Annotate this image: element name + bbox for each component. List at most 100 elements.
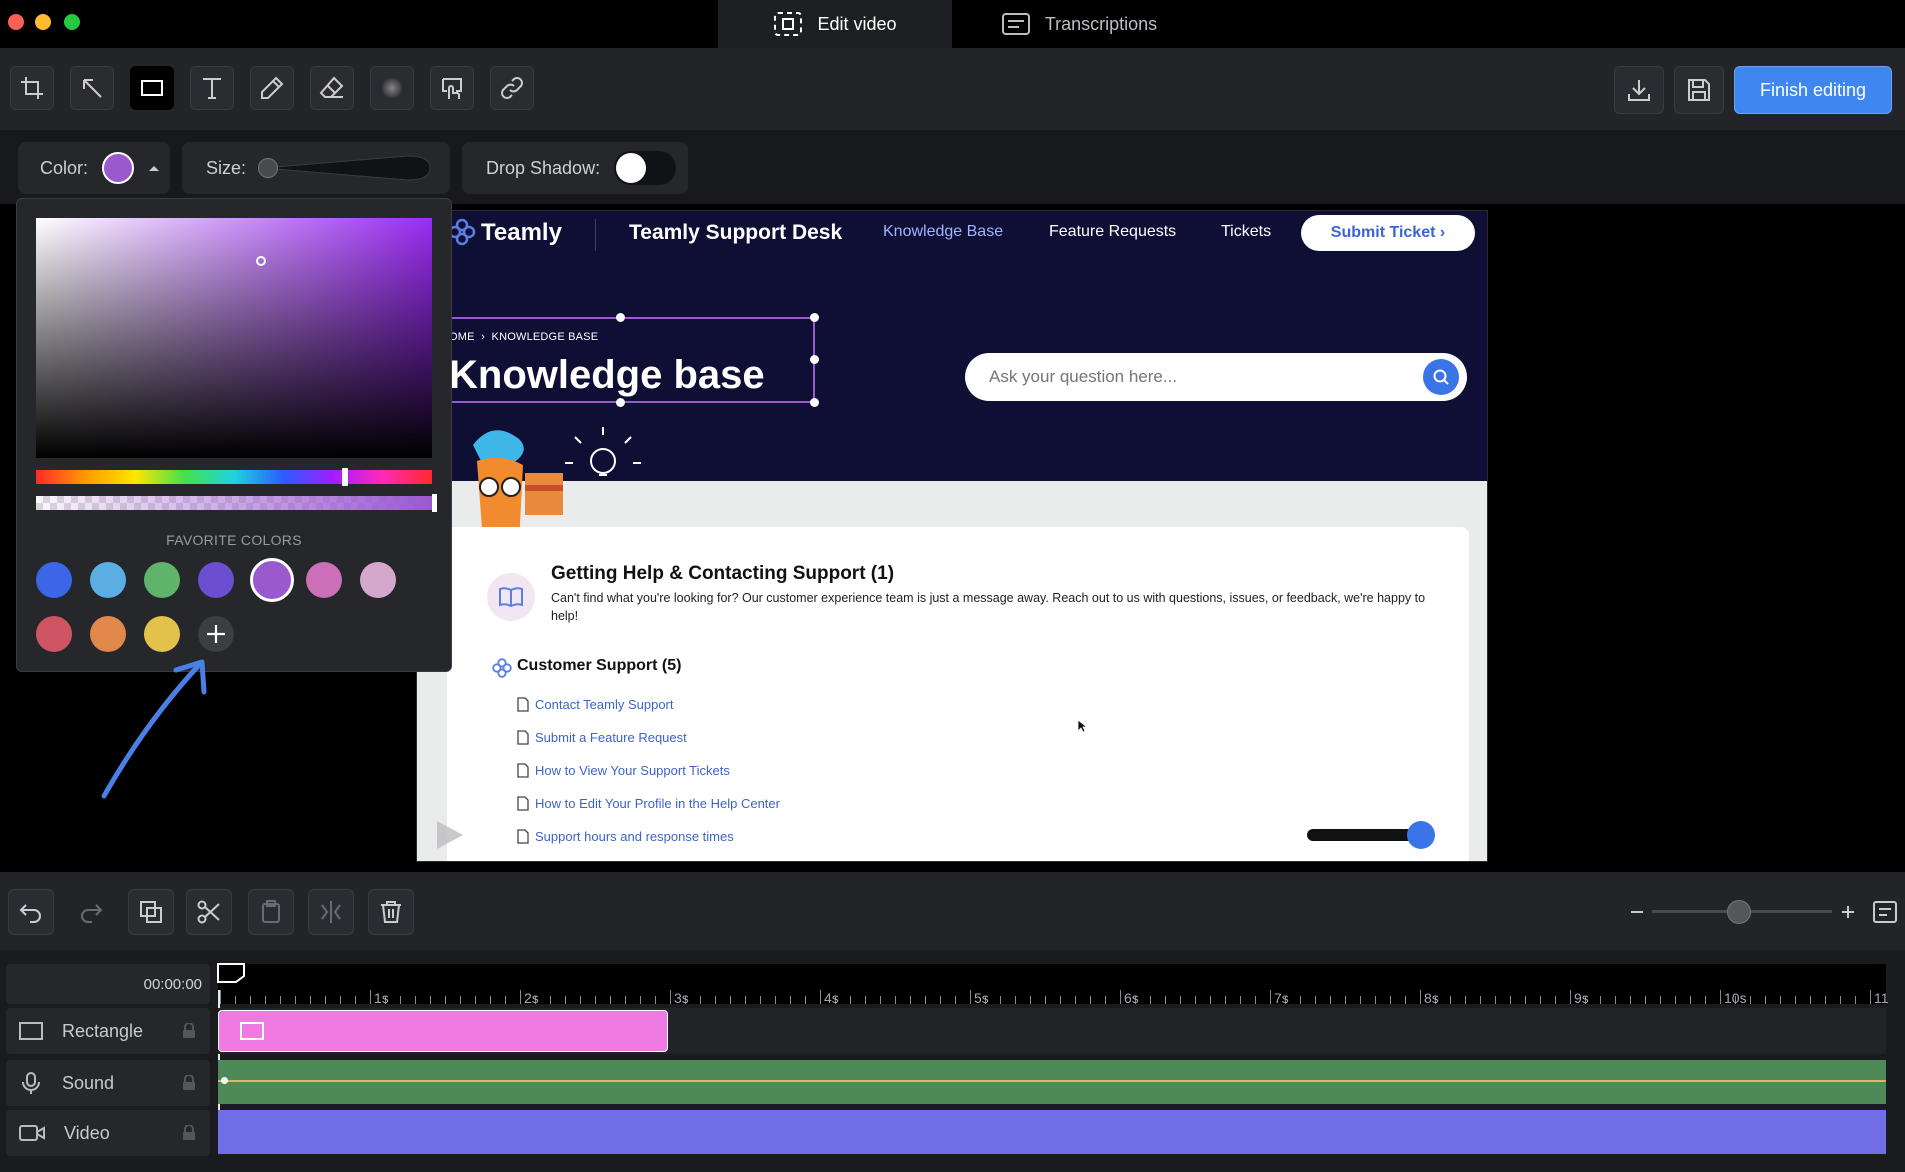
favorite-color-swatch[interactable] [90,562,126,598]
favorite-color-swatch[interactable] [360,562,396,598]
size-slider-handle[interactable] [258,158,279,178]
ruler-major-tick [520,990,521,1004]
volume-line[interactable] [218,1080,1886,1082]
search-bar[interactable] [965,353,1467,401]
track-rectangle[interactable]: Rectangle [6,1008,210,1054]
split-button[interactable] [308,889,354,935]
minimize-window-button[interactable] [35,14,51,30]
ruler-minor-tick [895,996,896,1004]
favorite-color-swatch[interactable] [144,616,180,652]
current-color-swatch[interactable] [102,152,135,184]
download-button[interactable] [1614,66,1664,114]
ruler-minor-tick [550,996,551,1004]
maximize-window-button[interactable] [64,14,80,30]
hue-slider[interactable] [36,470,432,484]
finish-editing-button[interactable]: Finish editing [1734,66,1892,114]
rectangle-tool-button[interactable] [130,66,174,110]
save-button[interactable] [1674,66,1724,114]
nav-knowledge-base[interactable]: Knowledge Base [883,223,1003,241]
favorite-color-swatch[interactable] [90,616,126,652]
video-clip[interactable] [218,1110,1886,1154]
hue-slider-handle[interactable] [342,468,348,486]
tab-edit-video[interactable]: Edit video [718,0,952,48]
search-input[interactable] [987,366,1391,388]
color-option[interactable]: Color: [18,142,170,194]
cut-button[interactable] [186,889,232,935]
resize-handle[interactable] [616,313,625,322]
size-option: Size: [182,142,450,194]
eraser-tool-button[interactable] [310,66,354,110]
tab-transcriptions[interactable]: Transcriptions [974,0,1184,48]
fit-timeline-icon[interactable] [1872,900,1898,924]
undo-button[interactable] [8,889,54,935]
crop-tool-button[interactable] [10,66,54,110]
lock-icon[interactable] [182,1023,196,1039]
video-preview[interactable]: Teamly Teamly Support Desk Knowledge Bas… [416,210,1488,862]
rectangle-annotation[interactable] [417,317,815,403]
split-icon [321,901,341,923]
size-slider[interactable] [258,154,434,182]
favorite-color-swatch-selected[interactable] [250,558,294,602]
zoom-in-icon[interactable] [1840,904,1856,920]
saturation-value-area[interactable] [36,218,432,458]
lock-icon[interactable] [182,1075,196,1091]
color-picker-cursor[interactable] [256,256,266,266]
article-link-text: Contact Teamly Support [535,697,674,712]
ruler-minor-tick [295,996,296,1004]
desk-title: Teamly Support Desk [629,221,843,244]
search-button[interactable] [1423,359,1459,395]
favorite-color-swatch[interactable] [198,562,234,598]
duplicate-icon [140,901,162,923]
volume-keyframe[interactable] [221,1077,228,1084]
favorite-color-swatch[interactable] [144,562,180,598]
arrow-tool-button[interactable] [70,66,114,110]
add-favorite-color-button[interactable] [198,616,234,652]
ruler-minor-tick [1495,996,1496,1004]
playhead-icon[interactable] [216,962,248,990]
article-link[interactable]: How to View Your Support Tickets [517,763,730,778]
pen-icon [261,76,284,99]
track-video[interactable]: Video [6,1110,210,1156]
resize-handle[interactable] [810,355,819,364]
ruler-minor-tick [655,996,656,1004]
text-tool-button[interactable] [190,66,234,110]
zoom-out-icon[interactable] [1629,904,1645,920]
ruler-label: 7s [1274,990,1289,1006]
resize-handle[interactable] [810,398,819,407]
volume-slider-handle[interactable] [1407,821,1435,849]
article-link[interactable]: Contact Teamly Support [517,697,674,712]
lock-icon[interactable] [182,1125,196,1141]
time-ruler[interactable]: 1s 2s 3s 4s 5s 6s 7s 8s 9s 10s 11 [218,964,1889,1006]
favorite-color-swatch[interactable] [36,562,72,598]
submit-ticket-button[interactable]: Submit Ticket › [1301,215,1475,251]
link-tool-button[interactable] [490,66,534,110]
nav-tickets[interactable]: Tickets [1221,223,1271,241]
delete-button[interactable] [368,889,414,935]
article-link[interactable]: Submit a Feature Request [517,730,687,745]
pen-tool-button[interactable] [250,66,294,110]
ruler-minor-tick [1645,996,1646,1004]
click-tool-button[interactable] [430,66,474,110]
paste-button[interactable] [248,889,294,935]
zoom-slider-handle[interactable] [1727,900,1751,924]
alpha-slider[interactable] [36,496,432,510]
duplicate-button[interactable] [128,889,174,935]
article-link[interactable]: Support hours and response times [517,829,734,844]
sound-clip[interactable] [218,1060,1886,1104]
rectangle-clip[interactable] [218,1010,668,1052]
close-window-button[interactable] [8,14,24,30]
resize-handle[interactable] [616,398,625,407]
nav-feature-requests[interactable]: Feature Requests [1049,223,1176,241]
drop-shadow-toggle[interactable] [614,151,677,185]
article-link[interactable]: How to Edit Your Profile in the Help Cen… [517,796,780,811]
blur-tool-button[interactable] [370,66,414,110]
track-sound[interactable]: Sound [6,1060,210,1106]
resize-handle[interactable] [810,313,819,322]
favorite-color-swatch[interactable] [306,562,342,598]
favorite-color-swatch[interactable] [36,616,72,652]
ruler-minor-tick [235,996,236,1004]
play-icon[interactable] [435,819,465,851]
alpha-slider-handle[interactable] [432,494,437,512]
ruler-minor-tick [1360,996,1361,1004]
redo-button[interactable] [68,889,114,935]
